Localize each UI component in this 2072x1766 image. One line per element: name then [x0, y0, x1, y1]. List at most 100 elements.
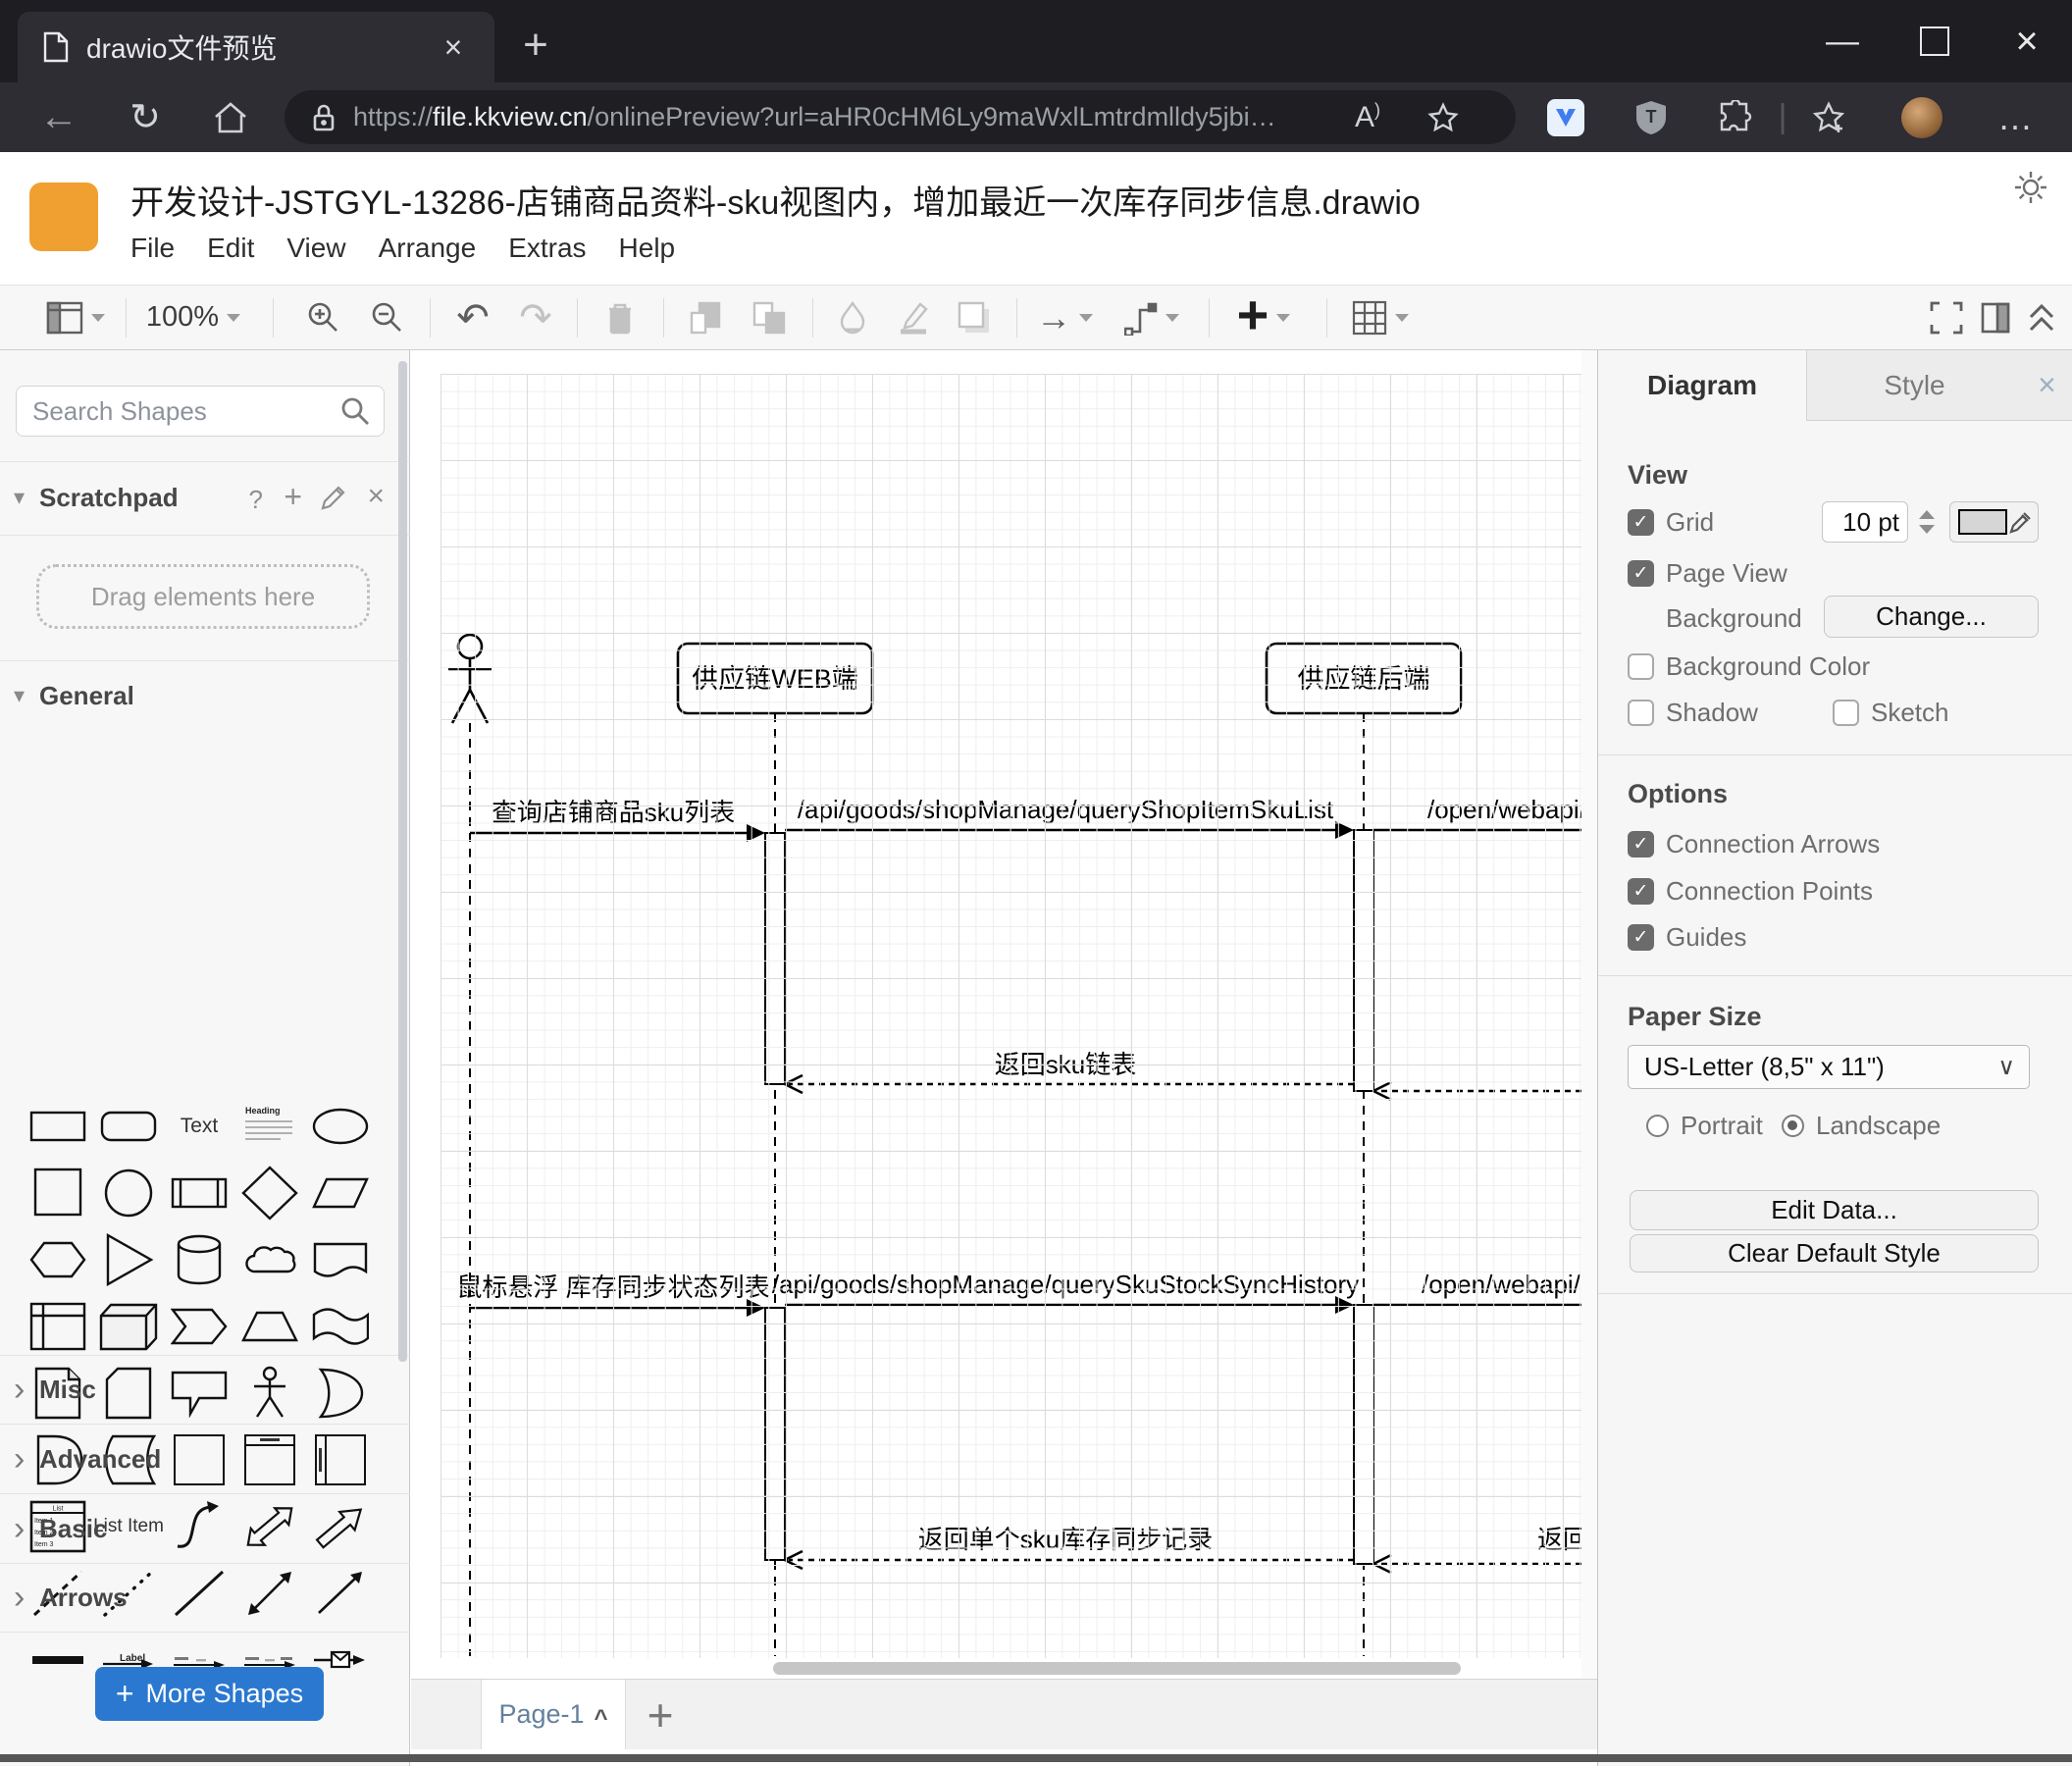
shape-square-icon[interactable]: [23, 1160, 93, 1226]
format-panel-toggle[interactable]: [1972, 286, 2019, 349]
connection-points-row[interactable]: ✓ Connection Points: [1628, 876, 1873, 906]
read-aloud-icon[interactable]: A): [1355, 100, 1380, 134]
browser-tab[interactable]: drawio文件预览 ×: [18, 12, 494, 82]
back-button[interactable]: ←: [29, 82, 88, 152]
sidebar-scrollbar[interactable]: [398, 361, 407, 1362]
section-advanced[interactable]: › Advanced: [0, 1437, 410, 1480]
radio-selected-icon[interactable]: [1782, 1114, 1804, 1137]
connection-style-dropdown[interactable]: →: [1026, 286, 1103, 349]
theme-sun-icon[interactable]: [2013, 170, 2048, 205]
edit-data-button[interactable]: Edit Data...: [1630, 1190, 2039, 1230]
scratchpad-close-icon[interactable]: ×: [367, 480, 385, 513]
shape-heading-icon[interactable]: Heading: [234, 1093, 305, 1160]
scratchpad-drop-zone[interactable]: Drag elements here: [36, 564, 370, 629]
paper-size-select[interactable]: US-Letter (8,5" x 11") ∨: [1628, 1045, 2030, 1089]
to-front-button[interactable]: [677, 286, 736, 349]
zoom-in-button[interactable]: [294, 286, 353, 349]
shape-diamond-icon[interactable]: [234, 1160, 305, 1226]
waypoint-style-dropdown[interactable]: [1113, 286, 1191, 349]
fill-color-button[interactable]: [824, 286, 881, 349]
search-input[interactable]: [30, 390, 338, 432]
favorite-star-icon[interactable]: [1427, 102, 1459, 133]
to-back-button[interactable]: [740, 286, 799, 349]
shape-cylinder-icon[interactable]: [164, 1226, 234, 1293]
radio-unselected-icon[interactable]: [1646, 1114, 1669, 1137]
menu-help[interactable]: Help: [619, 233, 676, 264]
profile-avatar[interactable]: [1891, 82, 1952, 152]
shape-triangle-icon[interactable]: [93, 1226, 164, 1293]
refresh-button[interactable]: ↻: [116, 82, 175, 152]
grid-size-stepper[interactable]: [1914, 501, 1940, 543]
page-tab[interactable]: Page-1 ^: [481, 1680, 626, 1749]
sketch-checkbox-row[interactable]: Sketch: [1833, 698, 1949, 727]
checkbox-checked-icon[interactable]: ✓: [1628, 508, 1654, 536]
portrait-radio-row[interactable]: Portrait: [1646, 1111, 1763, 1140]
new-tab-button[interactable]: +: [508, 18, 563, 73]
shape-search[interactable]: [16, 386, 385, 437]
extension-shield-icon[interactable]: T: [1624, 82, 1679, 152]
guides-row[interactable]: ✓ Guides: [1628, 922, 1746, 952]
shape-parallelogram-icon[interactable]: [305, 1160, 376, 1226]
shape-tape-icon[interactable]: [305, 1293, 376, 1360]
shape-rounded-rectangle-icon[interactable]: [93, 1093, 164, 1160]
window-close-button[interactable]: ×: [1982, 0, 2072, 82]
zoom-out-button[interactable]: [358, 286, 417, 349]
checkbox-checked-icon[interactable]: ✓: [1628, 559, 1654, 587]
checkbox-checked-icon[interactable]: ✓: [1628, 830, 1654, 857]
landscape-radio-row[interactable]: Landscape: [1782, 1111, 1941, 1140]
menu-arrange[interactable]: Arrange: [379, 233, 477, 264]
fullscreen-button[interactable]: [1919, 286, 1974, 349]
background-color-checkbox-row[interactable]: Background Color: [1628, 651, 1870, 681]
connection-arrows-row[interactable]: ✓ Connection Arrows: [1628, 829, 1880, 858]
panel-close-icon[interactable]: ×: [2022, 350, 2072, 421]
shape-text-icon[interactable]: Text: [164, 1093, 234, 1160]
shape-hexagon-icon[interactable]: [23, 1226, 93, 1293]
canvas-vertical-scrollbar-track[interactable]: [1581, 350, 1597, 1679]
undo-button[interactable]: ↶: [443, 286, 502, 349]
home-button[interactable]: [201, 82, 260, 152]
extension-blue-icon[interactable]: [1538, 82, 1593, 152]
tab-style[interactable]: Style: [1806, 350, 2022, 421]
grid-size-input[interactable]: [1822, 501, 1908, 543]
checkbox-unchecked-icon[interactable]: [1833, 699, 1859, 726]
scratchpad-add-icon[interactable]: +: [284, 479, 302, 515]
add-page-button[interactable]: +: [631, 1680, 690, 1749]
page-view-checkbox-row[interactable]: ✓ Page View: [1628, 558, 1787, 588]
extensions-puzzle-icon[interactable]: [1709, 82, 1764, 152]
checkbox-unchecked-icon[interactable]: [1628, 699, 1654, 726]
section-arrows[interactable]: › Arrows: [0, 1576, 410, 1619]
background-change-button[interactable]: Change...: [1824, 596, 2039, 638]
view-panels-button[interactable]: [43, 286, 108, 349]
section-misc[interactable]: › Misc: [0, 1368, 410, 1411]
insert-dropdown[interactable]: +: [1222, 284, 1305, 349]
shape-process-icon[interactable]: [164, 1160, 234, 1226]
tab-diagram[interactable]: Diagram: [1598, 350, 1806, 421]
url-bar[interactable]: https://file.kkview.cn/onlinePreview?url…: [285, 90, 1516, 144]
checkbox-checked-icon[interactable]: ✓: [1628, 877, 1654, 905]
scratchpad-help-icon[interactable]: ?: [249, 485, 263, 515]
section-general[interactable]: ▾ General: [0, 674, 410, 717]
shape-cube-icon[interactable]: [93, 1293, 164, 1360]
canvas-horizontal-scrollbar[interactable]: [773, 1662, 1461, 1675]
browser-menu-icon[interactable]: …: [1986, 82, 2045, 152]
shape-rectangle-icon[interactable]: [23, 1093, 93, 1160]
collapse-toolbar-button[interactable]: [2017, 286, 2066, 349]
clear-default-style-button[interactable]: Clear Default Style: [1630, 1234, 2039, 1273]
window-maximize-button[interactable]: [1890, 0, 1980, 82]
table-dropdown[interactable]: [1338, 286, 1423, 349]
tab-close-icon[interactable]: ×: [432, 26, 475, 69]
diagram-canvas[interactable]: 供应链WEB端 供应链后端: [411, 350, 1581, 1679]
shape-cloud-icon[interactable]: [234, 1226, 305, 1293]
more-shapes-button[interactable]: + More Shapes: [95, 1667, 324, 1721]
section-basic[interactable]: › Basic: [0, 1507, 410, 1550]
shape-ellipse-icon[interactable]: [305, 1093, 376, 1160]
menu-edit[interactable]: Edit: [207, 233, 254, 264]
shape-circle-icon[interactable]: [93, 1160, 164, 1226]
menu-view[interactable]: View: [286, 233, 345, 264]
shape-link-icon[interactable]: [23, 1627, 93, 1693]
window-minimize-button[interactable]: —: [1797, 0, 1888, 82]
redo-button[interactable]: ↷: [506, 286, 565, 349]
menu-extras[interactable]: Extras: [508, 233, 586, 264]
shape-internal-storage-icon[interactable]: [23, 1293, 93, 1360]
menu-file[interactable]: File: [130, 233, 175, 264]
